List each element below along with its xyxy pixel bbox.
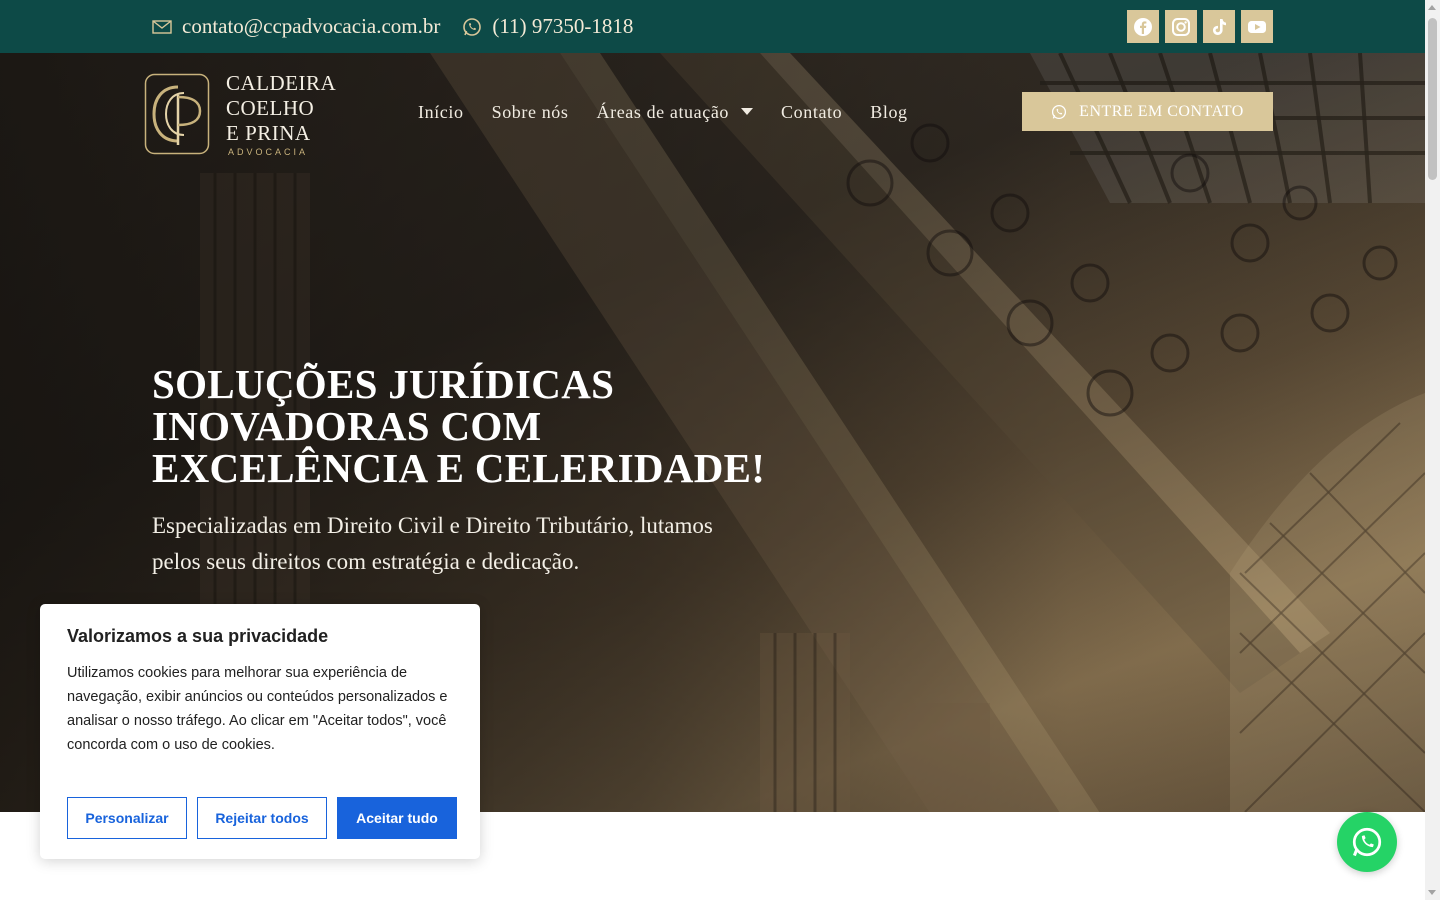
ccp-monogram-icon — [144, 73, 210, 155]
logo-line-2: COELHO — [226, 96, 315, 120]
accept-all-button[interactable]: Aceitar tudo — [337, 797, 457, 839]
envelope-icon — [152, 19, 172, 34]
hero-headline: SOLUÇÕES JURÍDICAS INOVADORAS COM EXCELÊ… — [152, 361, 766, 491]
reject-all-button[interactable]: Rejeitar todos — [197, 797, 327, 839]
customize-button[interactable]: Personalizar — [67, 797, 187, 839]
nav-item-blog[interactable]: Blog — [870, 102, 907, 123]
whatsapp-icon — [1052, 104, 1067, 119]
cookie-title: Valorizamos a sua privacidade — [67, 626, 329, 646]
caret-down-icon — [741, 108, 754, 115]
whatsapp-chat-button[interactable] — [1337, 812, 1397, 872]
nav-item-areas-de-atuacao[interactable]: Áreas de atuação — [597, 102, 754, 123]
scroll-up-arrow-icon[interactable] — [1428, 5, 1436, 10]
hero-subheadline: Especializadas em Direito Civil e Direit… — [152, 513, 713, 574]
scrollbar-thumb[interactable] — [1428, 18, 1437, 180]
nav-item-sobre-nos[interactable]: Sobre nós — [492, 102, 569, 123]
nav-item-contato[interactable]: Contato — [781, 102, 842, 123]
youtube-icon[interactable] — [1241, 10, 1273, 43]
top-contact-bar: contato@ccpadvocacia.com.br (11) 97350-1… — [0, 0, 1425, 53]
nav-item-inicio[interactable]: Início — [418, 102, 464, 123]
main-nav: Início Sobre nós Áreas de atuação Contat… — [418, 96, 908, 128]
phone-link[interactable]: (11) 97350-1818 — [492, 14, 633, 39]
page-scrollbar[interactable] — [1425, 0, 1440, 900]
cta-label: ENTRE EM CONTATO — [1079, 102, 1244, 120]
nav-item-label: Áreas de atuação — [596, 101, 730, 122]
facebook-icon[interactable] — [1127, 10, 1159, 43]
whatsapp-icon — [462, 17, 482, 37]
tiktok-icon[interactable] — [1203, 10, 1235, 43]
contact-info: contato@ccpadvocacia.com.br (11) 97350-1… — [152, 0, 633, 53]
logo-line-1: CALDEIRA — [226, 71, 337, 95]
logo-line-3: E PRINA — [226, 121, 311, 145]
cookie-text: Utilizamos cookies para melhorar sua exp… — [67, 665, 448, 753]
site-logo[interactable]: CALDEIRA COELHO E PRINA ADVOCACIA — [144, 71, 336, 157]
cookie-actions: Personalizar Rejeitar todos Aceitar tudo — [67, 797, 457, 839]
social-links — [1127, 10, 1273, 43]
logo-subtitle: ADVOCACIA — [228, 147, 309, 157]
contact-cta-button[interactable]: ENTRE EM CONTATO — [1022, 92, 1273, 131]
scroll-down-arrow-icon[interactable] — [1428, 890, 1436, 895]
cookie-consent-banner: Valorizamos a sua privacidade Utilizamos… — [40, 604, 480, 859]
whatsapp-icon — [1352, 827, 1382, 857]
email-link[interactable]: contato@ccpadvocacia.com.br — [182, 14, 440, 39]
logo-wordmark: CALDEIRA COELHO E PRINA ADVOCACIA — [226, 71, 336, 157]
instagram-icon[interactable] — [1165, 10, 1197, 43]
